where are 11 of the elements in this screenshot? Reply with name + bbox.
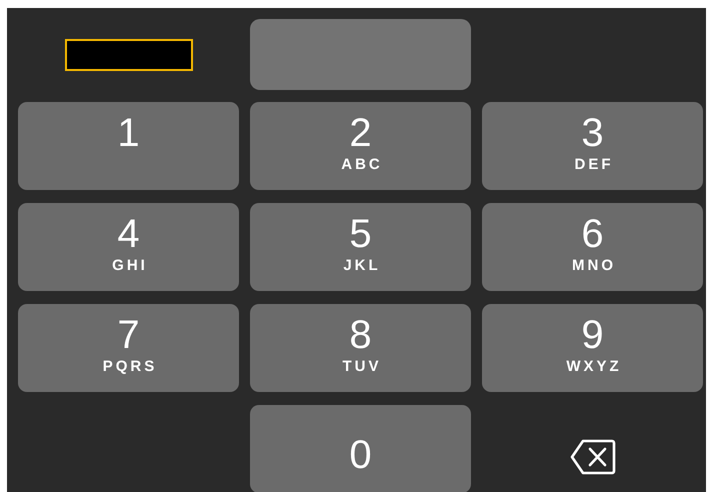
digit-key[interactable]: 9 WXYZ [482,304,703,392]
digit-key[interactable]: 8 TUV [250,304,471,392]
digit-key[interactable]: 0 [250,405,471,492]
digit-key[interactable]: 7 PQRS [18,304,239,392]
digit-key[interactable]: 2 ABC [250,102,471,190]
digit-key[interactable]: 1 [18,102,239,190]
digit-key[interactable]: 3 DEF [482,102,703,190]
digit-key[interactable]: 5 JKL [250,203,471,291]
delete-icon[interactable] [570,439,616,475]
digit-key[interactable]: 4 GHI [18,203,239,291]
digit-key[interactable]: 6 MNO [482,203,703,291]
